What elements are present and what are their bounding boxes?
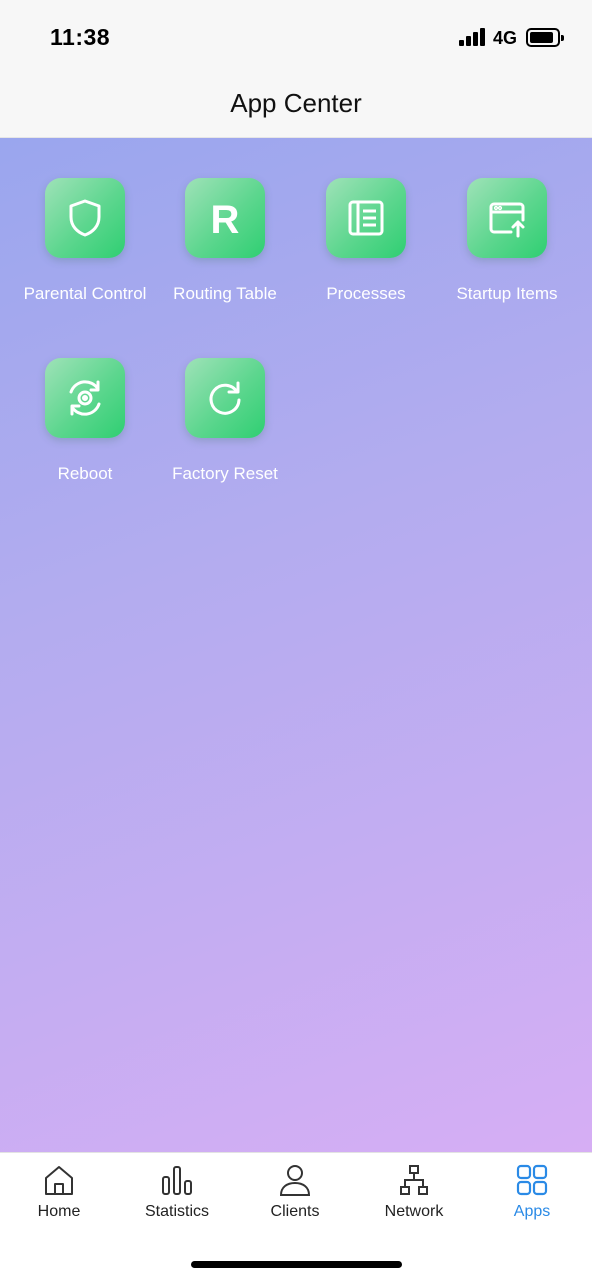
app-label: Processes — [326, 284, 406, 303]
app-routing-table[interactable]: R Routing Table — [155, 178, 295, 311]
app-label: Parental Control — [23, 284, 147, 303]
refresh-icon — [185, 358, 265, 438]
letter-r-icon: R — [185, 178, 265, 258]
network-icon — [400, 1165, 428, 1195]
tab-label: Network — [384, 1203, 444, 1220]
tab-label: Home — [37, 1203, 81, 1220]
battery-icon — [526, 28, 564, 47]
user-icon — [279, 1165, 311, 1196]
tab-label: Clients — [270, 1203, 320, 1220]
status-bar: 11:38 4G — [0, 0, 592, 76]
shield-icon — [45, 178, 125, 258]
app-processes[interactable]: Processes — [296, 178, 436, 311]
home-indicator — [191, 1261, 402, 1268]
bar-chart-icon — [162, 1166, 192, 1195]
status-time: 11:38 — [50, 24, 111, 50]
app-label: Reboot — [57, 464, 113, 483]
app-factory-reset[interactable]: Factory Reset — [155, 358, 295, 491]
network-type: 4G — [493, 28, 518, 48]
tab-statistics[interactable]: Statistics — [118, 1163, 236, 1221]
tab-apps[interactable]: Apps — [473, 1163, 591, 1221]
list-icon — [326, 178, 406, 258]
app-label: Startup Items — [456, 284, 558, 303]
app-label: Factory Reset — [172, 464, 278, 483]
home-icon — [45, 1166, 73, 1195]
svg-text:R: R — [211, 198, 240, 240]
tab-label: Statistics — [144, 1203, 209, 1220]
tab-home[interactable]: Home — [0, 1163, 118, 1221]
window-upload-icon — [467, 178, 547, 258]
app-reboot[interactable]: Reboot — [15, 358, 155, 491]
tab-clients[interactable]: Clients — [236, 1163, 354, 1221]
app-startup-items[interactable]: Startup Items — [437, 178, 577, 311]
grid-icon — [516, 1164, 548, 1196]
reboot-icon — [45, 358, 125, 438]
signal-strength-icon — [459, 28, 487, 46]
nav-header: App Center — [0, 76, 592, 138]
tab-label: Apps — [513, 1203, 551, 1220]
page-title: App Center — [230, 88, 362, 118]
app-grid: Parental Control R Routing Table Process… — [0, 138, 592, 1152]
app-parental-control[interactable]: Parental Control — [15, 178, 155, 311]
tab-network[interactable]: Network — [355, 1163, 473, 1221]
app-label: Routing Table — [173, 284, 277, 303]
